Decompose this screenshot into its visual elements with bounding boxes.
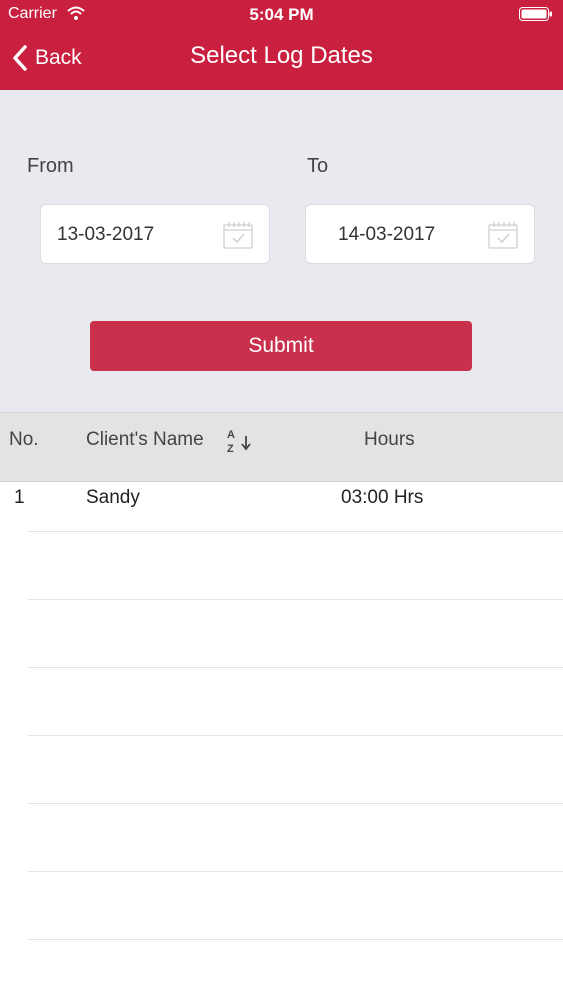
column-header-no: No.	[9, 429, 39, 450]
log-table-body: 1 Sandy 03:00 Hrs	[0, 482, 563, 532]
row-divider	[28, 531, 563, 532]
nav-bar: Back Select Log Dates	[0, 30, 563, 88]
calendar-icon[interactable]	[223, 221, 253, 249]
row-divider	[28, 735, 563, 736]
sort-az-icon[interactable]: A Z	[224, 427, 254, 455]
from-date-value: 13-03-2017	[57, 224, 155, 245]
status-time: 5:04 PM	[249, 5, 314, 24]
to-date-field[interactable]: 14-03-2017	[305, 204, 535, 264]
page-title: Select Log Dates	[190, 42, 373, 69]
status-bar: Carrier 5:04 PM	[0, 0, 563, 28]
row-number: 1	[14, 487, 25, 508]
table-row[interactable]: 1 Sandy 03:00 Hrs	[0, 482, 563, 532]
svg-text:A: A	[227, 429, 235, 441]
row-divider	[28, 871, 563, 872]
row-client-name: Sandy	[86, 487, 140, 508]
date-filter-panel: From To 13-03-2017 14-03-2017 Submit	[0, 90, 563, 412]
row-divider	[28, 599, 563, 600]
row-divider	[28, 803, 563, 804]
column-header-client-name[interactable]: Client's Name	[86, 429, 204, 451]
row-divider	[28, 667, 563, 668]
from-label: From	[27, 155, 74, 177]
submit-button[interactable]: Submit	[90, 321, 472, 371]
table-header: No. Client's Name A Z Hours	[0, 412, 563, 482]
row-hours: 03:00 Hrs	[341, 487, 424, 508]
svg-text:Z: Z	[227, 443, 234, 455]
calendar-icon[interactable]	[488, 221, 518, 249]
row-divider	[28, 939, 563, 940]
to-date-value: 14-03-2017	[338, 224, 436, 245]
battery-icon	[519, 7, 552, 21]
column-header-hours: Hours	[364, 429, 415, 450]
to-label: To	[307, 155, 329, 177]
from-date-field[interactable]: 13-03-2017	[40, 204, 270, 264]
app-header: Carrier 5:04 PM Back Select Log Dates	[0, 0, 563, 90]
